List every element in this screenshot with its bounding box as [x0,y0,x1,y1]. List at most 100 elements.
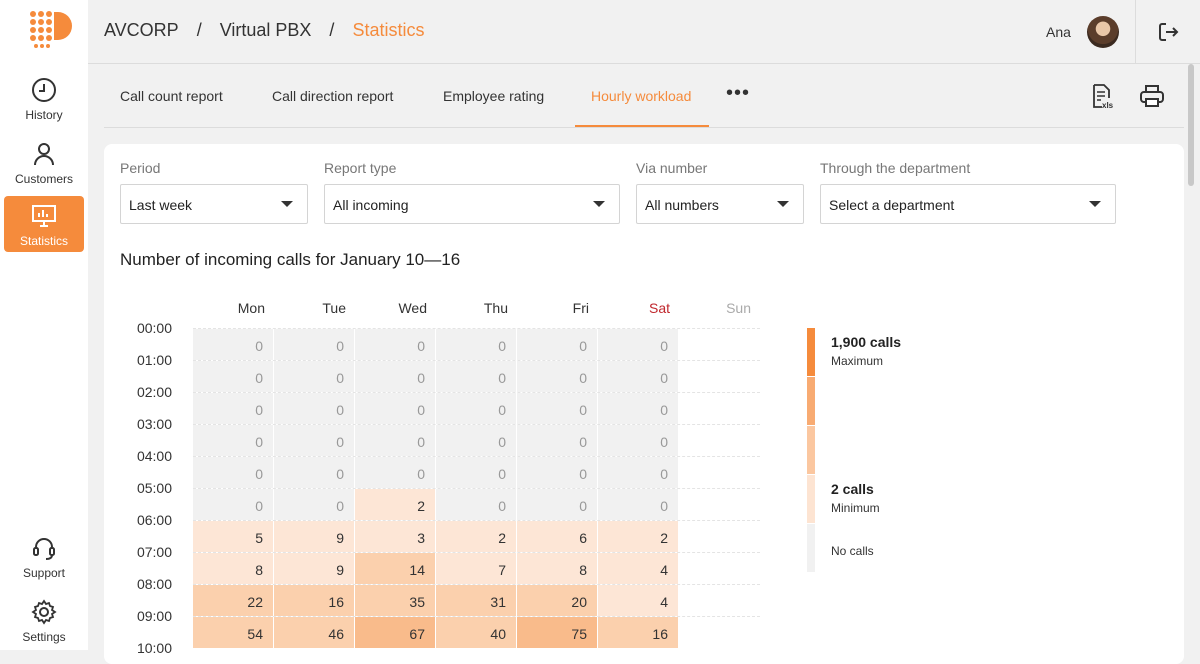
tab-hourly-workload[interactable]: Hourly workload [591,88,691,104]
heatmap-cell[interactable]: 0 [193,489,273,520]
hour-label: 02:00 [136,384,172,400]
tab-call-count-report[interactable]: Call count report [120,88,223,104]
heatmap-cell[interactable]: 0 [598,457,678,488]
heatmap-cell[interactable]: 75 [517,617,597,648]
tab-call-direction-report[interactable]: Call direction report [272,88,393,104]
heatmap-cell[interactable]: 9 [274,553,354,584]
day-header-mon: Mon [237,300,265,316]
hour-label: 05:00 [136,480,172,496]
heatmap-cell[interactable]: 6 [517,521,597,552]
heatmap-cell[interactable]: 0 [436,489,516,520]
report-type-value: All incoming [333,197,409,213]
heatmap-cell[interactable]: 0 [436,425,516,456]
sidebar-item-label: Settings [22,630,66,644]
sidebar-item-history[interactable]: History [4,70,84,126]
heatmap-cell[interactable]: 0 [274,457,354,488]
heatmap-cell[interactable]: 0 [355,425,435,456]
heatmap-cell[interactable]: 0 [598,329,678,360]
heatmap-cell[interactable]: 16 [598,617,678,648]
heatmap-cell[interactable]: 0 [517,489,597,520]
heatmap-cell[interactable]: 0 [598,425,678,456]
heatmap-cell[interactable]: 0 [355,393,435,424]
heatmap-cell[interactable]: 3 [355,521,435,552]
heatmap-cell[interactable]: 0 [436,361,516,392]
heatmap-cell[interactable]: 8 [193,553,273,584]
legend-swatch-mid [807,426,815,474]
heatmap-cell[interactable]: 4 [598,585,678,616]
sidebar-item-statistics[interactable]: Statistics [4,196,84,252]
heatmap-cell[interactable]: 7 [436,553,516,584]
heatmap-cell[interactable]: 0 [517,393,597,424]
dropdown-arrow-icon [593,201,605,207]
heatmap-cell[interactable]: 16 [274,585,354,616]
heatmap-cell[interactable]: 2 [436,521,516,552]
hour-label: 06:00 [136,512,172,528]
heatmap-cell[interactable]: 5 [193,521,273,552]
heatmap-cell[interactable]: 0 [436,329,516,360]
heatmap-cell[interactable]: 40 [436,617,516,648]
legend-max-value: 1,900 calls [831,334,902,350]
heatmap-cell[interactable]: 4 [598,553,678,584]
avatar[interactable] [1087,16,1119,48]
heatmap-cell[interactable]: 31 [436,585,516,616]
heatmap-cell[interactable]: 67 [355,617,435,648]
heatmap-cell[interactable]: 0 [274,393,354,424]
heatmap-cell[interactable]: 54 [193,617,273,648]
heatmap-cell[interactable]: 0 [193,329,273,360]
report-type-select[interactable]: All incoming [324,184,620,224]
heatmap-cell[interactable]: 0 [598,393,678,424]
heatmap-cell[interactable]: 0 [193,361,273,392]
heatmap-cell[interactable]: 0 [193,393,273,424]
dropdown-arrow-icon [1089,201,1101,207]
department-select[interactable]: Select a department [820,184,1116,224]
heatmap-cell[interactable]: 46 [274,617,354,648]
logout-icon[interactable] [1156,20,1180,44]
person-icon [34,143,54,166]
heatmap-cell[interactable]: 0 [436,393,516,424]
heatmap-cell[interactable]: 0 [517,425,597,456]
heatmap-cell[interactable]: 0 [355,361,435,392]
hour-label: 10:00 [136,640,172,656]
heatmap-cell[interactable]: 35 [355,585,435,616]
heatmap-cell[interactable]: 0 [598,489,678,520]
app-logo[interactable] [28,10,74,56]
heatmap-cell[interactable]: 2 [355,489,435,520]
heatmap-cell[interactable]: 0 [517,329,597,360]
tab-employee-rating[interactable]: Employee rating [443,88,544,104]
hour-label: 08:00 [136,576,172,592]
heatmap-cell[interactable]: 0 [274,329,354,360]
sidebar-item-settings[interactable]: Settings [4,592,84,648]
breadcrumb-item-company[interactable]: AVCORP [104,20,179,41]
day-header-sat: Sat [648,300,670,316]
more-tabs-icon[interactable]: ••• [726,82,750,105]
printer-icon[interactable] [1138,82,1166,110]
heatmap-cell[interactable]: 0 [436,457,516,488]
heatmap-cell[interactable]: 9 [274,521,354,552]
heatmap-cell[interactable]: 0 [274,489,354,520]
heatmap-cell[interactable]: 0 [355,329,435,360]
heatmap-cell[interactable]: 20 [517,585,597,616]
heatmap-cell[interactable]: 0 [598,361,678,392]
legend-min: 2 calls Minimum [831,481,880,515]
heatmap-cell[interactable]: 0 [517,457,597,488]
heatmap-cell[interactable]: 0 [274,361,354,392]
sidebar-item-customers[interactable]: Customers [4,134,84,190]
heatmap-cell[interactable]: 2 [598,521,678,552]
legend-none-label: No calls [831,544,874,558]
sidebar-item-support[interactable]: Support [4,528,84,584]
period-select[interactable]: Last week [120,184,308,224]
user-name[interactable]: Ana [1046,24,1071,40]
heatmap-cell[interactable]: 0 [517,361,597,392]
heatmap-cell[interactable]: 8 [517,553,597,584]
heatmap-cell[interactable]: 0 [193,425,273,456]
heatmap-cell[interactable]: 0 [193,457,273,488]
breadcrumb: AVCORP / Virtual PBX / Statistics [104,20,424,41]
breadcrumb-item-product[interactable]: Virtual PBX [220,20,312,41]
heatmap-cell[interactable]: 22 [193,585,273,616]
page-scrollbar[interactable] [1188,64,1194,186]
heatmap-cell[interactable]: 14 [355,553,435,584]
heatmap-cell[interactable]: 0 [274,425,354,456]
via-number-select[interactable]: All numbers [636,184,804,224]
heatmap-cell[interactable]: 0 [355,457,435,488]
export-xls-icon[interactable]: xls [1088,82,1116,110]
